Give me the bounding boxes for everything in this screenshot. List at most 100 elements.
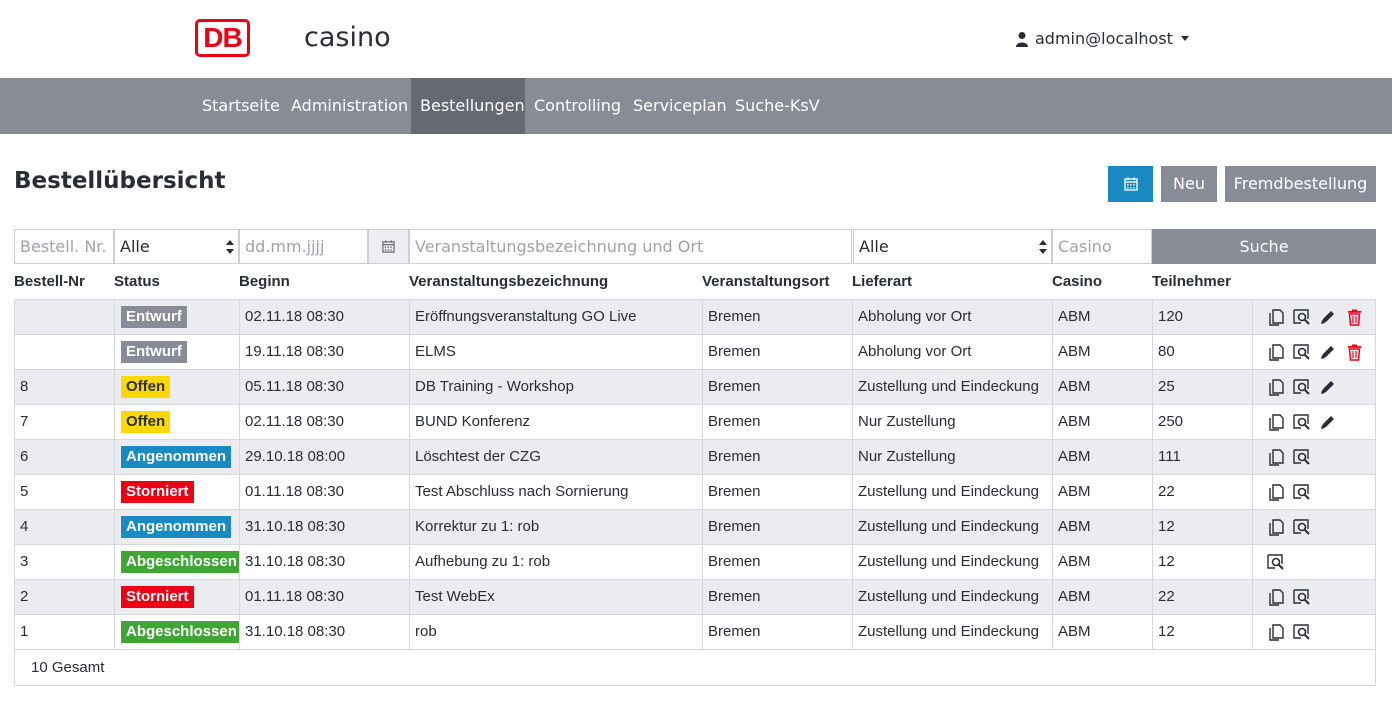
nav-item-bestellungen[interactable]: Bestellungen	[411, 78, 525, 134]
edit-icon[interactable]	[1317, 376, 1339, 398]
col-header-bezeichnung[interactable]: Veranstaltungsbezeichnung	[409, 273, 608, 290]
cell-lieferart: Nur Zustellung	[853, 405, 1053, 439]
table-row[interactable]: Entwurf 19.11.18 08:30 ELMS Bremen Abholung …	[15, 335, 1375, 370]
cell-beginn: 31.10.18 08:30	[240, 545, 410, 579]
col-header-lieferart[interactable]: Lieferart	[852, 273, 912, 290]
table-row[interactable]: 7 Offen 02.11.18 08:30 BUND Konferenz Bremen…	[15, 405, 1375, 440]
table-footer-total: 10 Gesamt	[31, 659, 105, 676]
col-header-teilnehmer[interactable]: Teilnehmer	[1152, 273, 1231, 290]
status-badge: Angenommen	[121, 516, 232, 538]
cell-beginn: 31.10.18 08:30	[240, 615, 410, 649]
view-icon[interactable]	[1291, 621, 1313, 643]
delete-icon[interactable]	[1343, 341, 1365, 363]
nav-item-controlling[interactable]: Controlling	[525, 78, 630, 134]
bestell-nr-input[interactable]: Bestell. Nr.	[14, 229, 114, 264]
status-select[interactable]: Alle	[114, 229, 239, 264]
table-row[interactable]: 3 Abgeschlossen 31.10.18 08:30 Aufhebung zu…	[15, 545, 1375, 580]
cell-nr	[15, 300, 115, 334]
table-row[interactable]: 8 Offen 05.11.18 08:30 DB Training - Worksh…	[15, 370, 1375, 405]
cell-beginn: 29.10.18 08:00	[240, 440, 410, 474]
cell-status: Storniert	[115, 475, 240, 509]
cell-bezeichnung: Test WebEx	[410, 580, 703, 614]
copy-icon[interactable]	[1265, 376, 1287, 398]
date-picker-button[interactable]	[368, 229, 409, 264]
cell-nr: 3	[15, 545, 115, 579]
copy-icon[interactable]	[1265, 411, 1287, 433]
col-header-casino[interactable]: Casino	[1052, 273, 1102, 290]
copy-icon[interactable]	[1265, 446, 1287, 468]
view-icon[interactable]	[1291, 481, 1313, 503]
nav-item-administration[interactable]: Administration	[282, 78, 417, 134]
copy-icon[interactable]	[1265, 586, 1287, 608]
calendar-button[interactable]	[1108, 166, 1153, 202]
nav-item-suche-ksv[interactable]: Suche-KsV	[726, 78, 829, 134]
cell-beginn: 31.10.18 08:30	[240, 510, 410, 544]
db-logo[interactable]: DB	[195, 19, 250, 57]
edit-icon[interactable]	[1317, 411, 1339, 433]
view-icon[interactable]	[1291, 411, 1313, 433]
new-button[interactable]: Neu	[1161, 166, 1217, 202]
cell-beginn: 05.11.18 08:30	[240, 370, 410, 404]
user-menu[interactable]: admin@localhost	[1015, 29, 1189, 48]
cell-bezeichnung: Eröffnungsveranstaltung GO Live	[410, 300, 703, 334]
cell-status: Abgeschlossen	[115, 545, 240, 579]
col-header-bestell-nr[interactable]: Bestell-Nr	[14, 273, 85, 290]
cell-teilnehmer: 22	[1153, 580, 1253, 614]
delete-icon[interactable]	[1343, 306, 1365, 328]
cell-status: Offen	[115, 370, 240, 404]
cell-casino: ABM	[1053, 440, 1153, 474]
veranstaltung-input[interactable]: Veranstaltungsbezeichnung und Ort	[409, 229, 852, 264]
copy-icon[interactable]	[1265, 306, 1287, 328]
main-nav: Startseite Administration Bestellungen C…	[0, 78, 1392, 134]
view-icon[interactable]	[1291, 341, 1313, 363]
cell-nr: 4	[15, 510, 115, 544]
col-header-ort[interactable]: Veranstaltungsort	[702, 273, 830, 290]
edit-icon[interactable]	[1317, 341, 1339, 363]
cell-ort: Bremen	[703, 405, 853, 439]
lieferart-select[interactable]: Alle	[853, 229, 1052, 264]
cell-teilnehmer: 120	[1153, 300, 1253, 334]
nav-item-startseite[interactable]: Startseite	[193, 78, 289, 134]
status-badge: Entwurf	[121, 341, 187, 363]
view-icon[interactable]	[1291, 376, 1313, 398]
cell-status: Entwurf	[115, 300, 240, 334]
view-icon[interactable]	[1291, 446, 1313, 468]
table-row[interactable]: 5 Storniert 01.11.18 08:30 Test Abschluss n…	[15, 475, 1375, 510]
cell-lieferart: Zustellung und Eindeckung	[853, 475, 1053, 509]
lieferart-select-value: Alle	[859, 237, 889, 256]
table-row[interactable]: Entwurf 02.11.18 08:30 Eröffnungsveranstal…	[15, 300, 1375, 335]
cell-ort: Bremen	[703, 615, 853, 649]
nav-item-serviceplan[interactable]: Serviceplan	[624, 78, 736, 134]
date-input[interactable]: dd.mm.jjjj	[239, 229, 368, 264]
col-header-beginn[interactable]: Beginn	[239, 273, 290, 290]
copy-icon[interactable]	[1265, 516, 1287, 538]
cell-teilnehmer: 25	[1153, 370, 1253, 404]
table-row[interactable]: 4 Angenommen 31.10.18 08:30 Korrektur zu 1:…	[15, 510, 1375, 545]
cell-nr: 7	[15, 405, 115, 439]
chevron-down-icon	[1180, 36, 1189, 41]
table-row[interactable]: 2 Storniert 01.11.18 08:30 Test WebEx Bremen…	[15, 580, 1375, 615]
copy-icon[interactable]	[1265, 341, 1287, 363]
table-row[interactable]: 6 Angenommen 29.10.18 08:00 Löschtest der C…	[15, 440, 1375, 475]
cell-teilnehmer: 22	[1153, 475, 1253, 509]
cell-beginn: 02.11.18 08:30	[240, 405, 410, 439]
cell-status: Angenommen	[115, 510, 240, 544]
copy-icon[interactable]	[1265, 481, 1287, 503]
view-icon[interactable]	[1291, 516, 1313, 538]
casino-input[interactable]: Casino	[1052, 229, 1152, 264]
cell-bezeichnung: Löschtest der CZG	[410, 440, 703, 474]
fremdbestellung-button[interactable]: Fremdbestellung	[1225, 166, 1376, 202]
view-icon[interactable]	[1291, 586, 1313, 608]
copy-icon[interactable]	[1265, 621, 1287, 643]
row-actions	[1253, 370, 1339, 404]
cell-nr: 5	[15, 475, 115, 509]
table-row[interactable]: 1 Abgeschlossen 31.10.18 08:30 rob Bremen Zus…	[15, 615, 1375, 650]
cell-teilnehmer: 80	[1153, 335, 1253, 369]
search-button[interactable]: Suche	[1152, 229, 1376, 264]
edit-icon[interactable]	[1317, 306, 1339, 328]
view-icon[interactable]	[1291, 306, 1313, 328]
cell-beginn: 19.11.18 08:30	[240, 335, 410, 369]
view-icon[interactable]	[1265, 551, 1287, 573]
cell-bezeichnung: BUND Konferenz	[410, 405, 703, 439]
col-header-status[interactable]: Status	[114, 273, 160, 290]
